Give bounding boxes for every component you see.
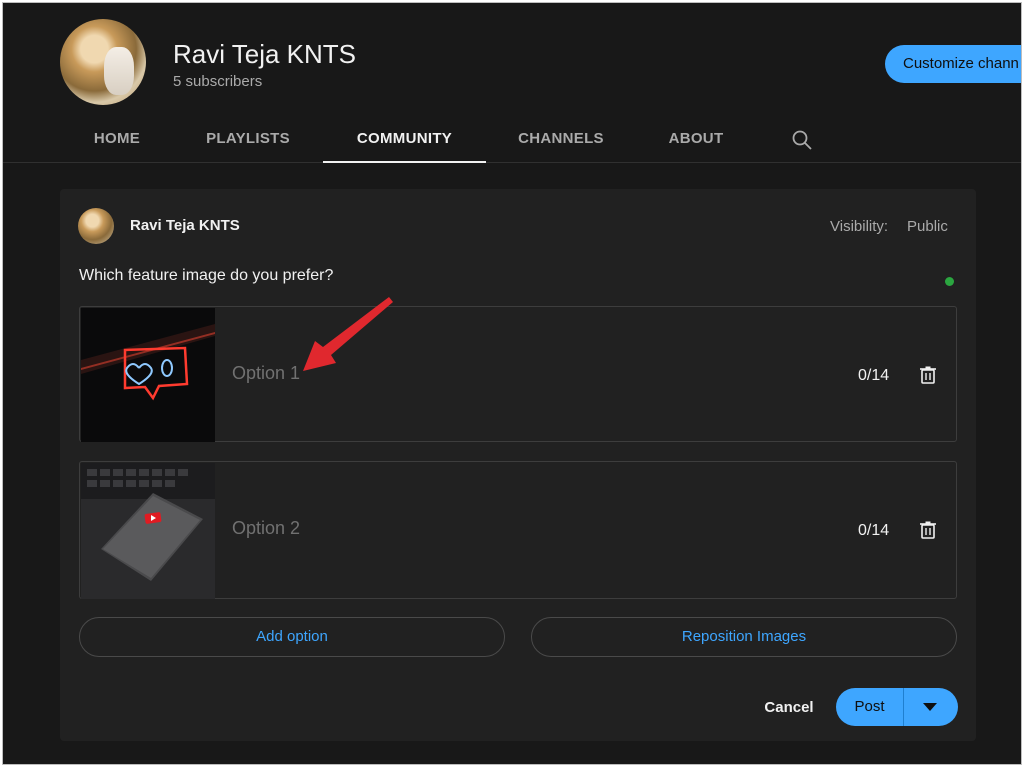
window-frame: Ravi Teja KNTS 5 subscribers Customize c… <box>2 2 1022 765</box>
channel-name: Ravi Teja KNTS <box>173 39 357 69</box>
tab-community[interactable]: COMMUNITY <box>323 121 486 163</box>
channel-avatar[interactable] <box>60 19 146 105</box>
post-question-input[interactable]: Which feature image do you prefer? <box>79 267 333 285</box>
caret-down-icon <box>923 703 937 711</box>
search-icon[interactable] <box>791 129 813 151</box>
visibility-label: Visibility: <box>830 218 889 235</box>
option-2-image[interactable] <box>81 463 215 599</box>
image-poll-option-1: Option 1 0/14 <box>79 306 957 442</box>
community-post-composer: Ravi Teja KNTS Visibility: Public Which … <box>60 189 976 741</box>
post-author: Ravi Teja KNTS <box>130 217 240 234</box>
delete-option-2-icon[interactable] <box>920 521 936 539</box>
option-1-input[interactable]: Option 1 <box>232 363 300 384</box>
channel-tabs: HOME PLAYLISTS COMMUNITY CHANNELS ABOUT <box>3 121 1021 163</box>
tab-playlists[interactable]: PLAYLISTS <box>193 121 303 163</box>
author-avatar <box>78 208 114 244</box>
reposition-images-button[interactable]: Reposition Images <box>531 617 957 657</box>
subscriber-count: 5 subscribers <box>173 73 263 90</box>
tab-channels[interactable]: CHANNELS <box>506 121 616 163</box>
option-2-input[interactable]: Option 2 <box>232 518 300 539</box>
tab-home[interactable]: HOME <box>75 121 159 163</box>
channel-header: Ravi Teja KNTS 5 subscribers Customize c… <box>3 3 1021 163</box>
annotation-arrow-icon <box>303 297 393 371</box>
status-dot <box>945 277 954 286</box>
customize-channel-button[interactable]: Customize chann <box>885 45 1021 83</box>
option-1-char-count: 0/14 <box>858 367 890 384</box>
cancel-button[interactable]: Cancel <box>754 689 824 727</box>
tab-about[interactable]: ABOUT <box>651 121 741 163</box>
visibility-selector[interactable]: Public <box>907 218 948 235</box>
post-options-dropdown[interactable] <box>903 688 958 726</box>
add-option-button[interactable]: Add option <box>79 617 505 657</box>
post-button[interactable]: Post <box>836 688 903 726</box>
delete-option-1-icon[interactable] <box>920 366 936 384</box>
option-2-char-count: 0/14 <box>858 522 890 539</box>
image-poll-option-2: Option 2 0/14 <box>79 461 957 599</box>
option-1-image[interactable] <box>81 308 215 442</box>
